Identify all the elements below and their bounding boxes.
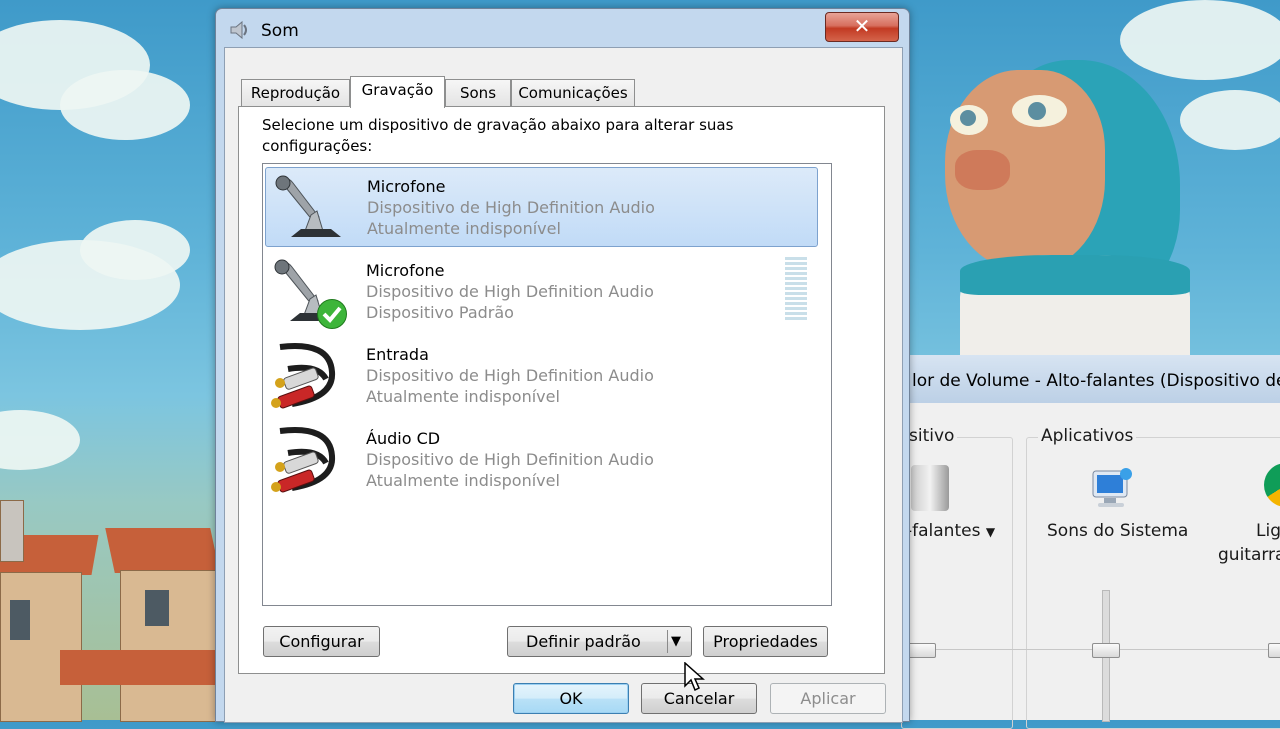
microphone-icon [271, 171, 346, 246]
rca-cable-icon [270, 339, 345, 414]
recording-device-list[interactable]: Microfone Dispositivo de High Definition… [262, 163, 832, 606]
mixer-title: lor de Volume - Alto-falantes (Dispositi… [912, 371, 1280, 391]
speaker-icon [911, 465, 949, 511]
mixer-title-bar: lor de Volume - Alto-falantes (Dispositi… [906, 355, 1280, 403]
device-description: Dispositivo de High Definition Audio [366, 282, 654, 301]
tab-comunicacoes[interactable]: Comunicações [511, 79, 635, 106]
app3-label-line1: Lig [1256, 521, 1280, 541]
default-check-icon [317, 299, 347, 329]
close-button[interactable]: ✕ [825, 12, 899, 42]
dialog-client-area: Reprodução Gravação Sons Comunicações Se… [224, 47, 903, 723]
volume-mixer-window: lor de Volume - Alto-falantes (Dispositi… [901, 355, 1280, 729]
speakers-label[interactable]: -falantes ▼ [906, 521, 995, 541]
chevron-down-icon[interactable]: ▼ [671, 627, 681, 657]
tab-reproducao[interactable]: Reprodução [241, 79, 350, 106]
device-description: Dispositivo de High Definition Audio [367, 198, 655, 217]
device-status: Atualmente indisponível [366, 387, 560, 406]
sound-app-icon [228, 19, 252, 41]
close-icon: ✕ [853, 14, 871, 38]
properties-button[interactable]: Propriedades [703, 626, 828, 657]
dialog-title: Som [261, 21, 299, 41]
set-default-button[interactable]: Definir padrão ▼ [507, 626, 692, 657]
device-description: Dispositivo de High Definition Audio [366, 450, 654, 469]
system-sounds-label: Sons do Sistema [1047, 521, 1189, 541]
sound-dialog: Som ✕ Reprodução Gravação Sons Comunicaç… [215, 8, 910, 723]
configure-button[interactable]: Configurar [263, 626, 380, 657]
device-name: Microfone [366, 261, 445, 280]
ok-button[interactable]: OK [513, 683, 629, 714]
device-item-microfone-2[interactable]: Microfone Dispositivo de High Definition… [265, 252, 818, 332]
system-sounds-icon [1090, 465, 1136, 511]
system-sounds-volume-slider[interactable] [1092, 643, 1120, 658]
input-level-meter [785, 257, 807, 321]
applications-group-label: Aplicativos [1038, 426, 1137, 446]
device-status: Dispositivo Padrão [366, 303, 514, 322]
set-default-label: Definir padrão [526, 632, 641, 651]
device-item-entrada[interactable]: Entrada Dispositivo de High Definition A… [265, 336, 818, 416]
instruction-text: Selecione um dispositivo de gravação aba… [262, 116, 734, 155]
rca-cable-icon [270, 423, 345, 498]
character-stripe [960, 255, 1190, 295]
device-item-audio-cd[interactable]: Áudio CD Dispositivo de High Definition … [265, 420, 818, 500]
device-group-label: sitivo [906, 426, 958, 446]
app3-label-line2: guitarra [1218, 545, 1280, 565]
applications-groupbox [1026, 437, 1280, 729]
recording-tab-panel: Selecione um dispositivo de gravação aba… [238, 106, 885, 674]
device-item-microfone-1[interactable]: Microfone Dispositivo de High Definition… [265, 167, 818, 247]
device-name: Microfone [367, 177, 446, 196]
speaker-volume-slider[interactable] [908, 643, 936, 658]
device-description: Dispositivo de High Definition Audio [366, 366, 654, 385]
tab-gravacao[interactable]: Gravação [350, 76, 445, 108]
app3-volume-slider[interactable] [1268, 643, 1280, 658]
tab-sons[interactable]: Sons [445, 79, 511, 106]
device-status: Atualmente indisponível [367, 219, 561, 238]
device-status: Atualmente indisponível [366, 471, 560, 490]
device-name: Áudio CD [366, 429, 441, 448]
chevron-down-icon: ▼ [985, 525, 996, 539]
device-name: Entrada [366, 345, 429, 364]
apply-button[interactable]: Aplicar [770, 683, 886, 714]
